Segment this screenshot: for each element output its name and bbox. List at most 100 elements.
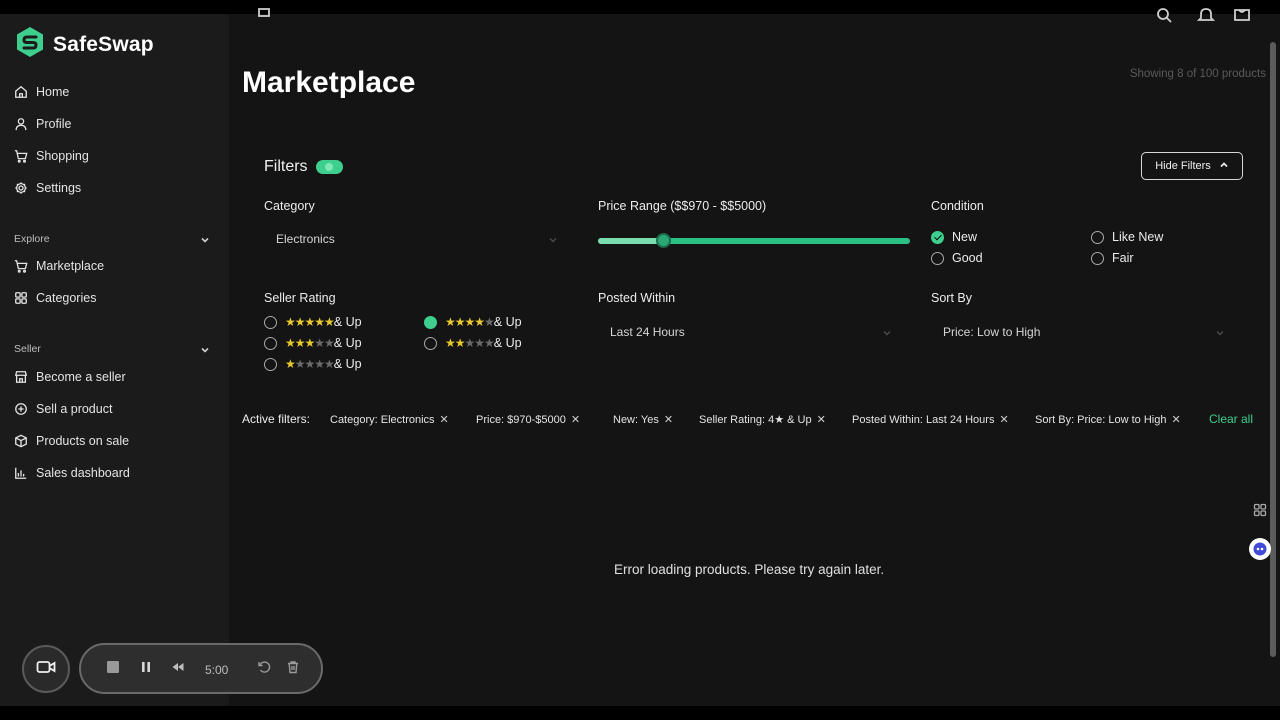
active-filter-chip[interactable]: Seller Rating: 4★ & Up ✕ bbox=[699, 413, 826, 426]
chip-label: Sort By: Price: Low to High bbox=[1035, 413, 1167, 426]
active-filter-chip[interactable]: New: Yes ✕ bbox=[613, 413, 673, 427]
sidebar-item-label: Products on sale bbox=[36, 434, 130, 448]
sidebar-item-settings[interactable]: Settings bbox=[14, 181, 81, 195]
active-filter-chip[interactable]: Price: $970-$5000 ✕ bbox=[476, 413, 580, 427]
condition-option-like-new[interactable]: Like New bbox=[1091, 230, 1163, 244]
sidebar-section-seller: Seller bbox=[14, 343, 41, 355]
chevron-down-icon bbox=[1215, 327, 1225, 337]
radio-icon bbox=[264, 357, 277, 371]
cart-icon[interactable] bbox=[1233, 8, 1253, 28]
sidebar-item-label: Sales dashboard bbox=[36, 466, 130, 480]
active-filter-chip[interactable]: Category: Electronics ✕ bbox=[330, 413, 449, 427]
price-slider-thumb[interactable] bbox=[656, 233, 671, 248]
rewind-button[interactable] bbox=[167, 658, 189, 680]
box-icon bbox=[14, 434, 28, 448]
condition-option-fair[interactable]: Fair bbox=[1091, 251, 1134, 265]
app-logo[interactable]: SafeSwap bbox=[15, 26, 154, 63]
category-select[interactable]: Electronics bbox=[264, 225, 566, 253]
apps-grid-icon[interactable] bbox=[1249, 499, 1271, 521]
sort-by-value: Price: Low to High bbox=[943, 325, 1041, 339]
clear-all-link[interactable]: Clear all bbox=[1209, 412, 1253, 426]
checkbox-checked-icon bbox=[931, 230, 944, 244]
sidebar-item-home[interactable]: Home bbox=[14, 85, 69, 99]
rating-option-1[interactable]: ★★★★★& Up bbox=[264, 357, 362, 371]
radio-icon bbox=[264, 315, 277, 329]
condition-option-new[interactable]: New bbox=[931, 230, 977, 244]
scrollbar[interactable] bbox=[1270, 42, 1276, 657]
sidebar-item-label: Sell a product bbox=[36, 402, 113, 416]
camera-button[interactable] bbox=[22, 645, 70, 693]
sidebar-item-sales-dashboard[interactable]: Sales dashboard bbox=[14, 466, 130, 480]
store-icon bbox=[14, 370, 28, 384]
bar-chart-icon bbox=[14, 466, 28, 480]
close-icon[interactable]: ✕ bbox=[440, 413, 449, 426]
price-range-label: Price Range ($$970 - $$5000) bbox=[598, 199, 767, 213]
delete-button[interactable] bbox=[282, 658, 304, 680]
chip-label: Posted Within: Last 24 Hours bbox=[852, 413, 995, 426]
close-icon[interactable]: ✕ bbox=[571, 413, 580, 426]
rating-suffix: & Up bbox=[333, 357, 362, 371]
active-filters-label: Active filters: bbox=[242, 412, 311, 426]
condition-option-good[interactable]: Good bbox=[931, 251, 983, 265]
posted-within-label: Posted Within bbox=[598, 291, 676, 305]
cart-icon bbox=[14, 259, 28, 273]
layout-icon[interactable] bbox=[255, 7, 275, 27]
sidebar-item-profile[interactable]: Profile bbox=[14, 117, 71, 131]
sidebar-item-label: Become a seller bbox=[36, 370, 126, 384]
active-filter-chip[interactable]: Sort By: Price: Low to High ✕ bbox=[1035, 413, 1181, 427]
rating-suffix: & Up bbox=[333, 336, 362, 350]
gear-icon bbox=[14, 181, 28, 195]
condition-option-label: Good bbox=[952, 251, 983, 265]
sidebar-item-sell-product[interactable]: Sell a product bbox=[14, 402, 112, 416]
bell-icon[interactable] bbox=[1196, 8, 1217, 28]
sidebar-item-shopping[interactable]: Shopping bbox=[14, 149, 89, 163]
sidebar-item-label: Settings bbox=[36, 181, 82, 195]
sidebar-item-label: Shopping bbox=[36, 149, 89, 163]
sidebar-item-marketplace[interactable]: Marketplace bbox=[14, 259, 104, 273]
cart-icon bbox=[14, 149, 28, 163]
sidebar-item-become-seller[interactable]: Become a seller bbox=[14, 370, 126, 384]
chevron-down-icon[interactable] bbox=[199, 233, 211, 245]
sort-by-select[interactable]: Price: Low to High bbox=[931, 318, 1233, 346]
filters-title: Filters bbox=[264, 158, 308, 175]
page-title: Marketplace bbox=[242, 66, 416, 99]
star-rating-icons: ★★★★★ bbox=[445, 315, 495, 329]
sidebar-item-categories[interactable]: Categories bbox=[14, 291, 96, 305]
rating-suffix: & Up bbox=[493, 315, 522, 329]
sidebar-item-products-on-sale[interactable]: Products on sale bbox=[14, 434, 129, 448]
rating-option-5[interactable]: ★★★★★& Up bbox=[264, 315, 362, 329]
pause-button[interactable] bbox=[135, 658, 157, 680]
search-icon[interactable] bbox=[1155, 8, 1175, 28]
close-icon[interactable]: ✕ bbox=[1171, 413, 1180, 426]
active-filter-chip[interactable]: Posted Within: Last 24 Hours ✕ bbox=[852, 413, 1009, 427]
sort-by-label: Sort By bbox=[931, 291, 972, 305]
close-icon[interactable]: ✕ bbox=[817, 413, 826, 426]
star-rating-icons: ★★★★★ bbox=[285, 315, 335, 329]
chip-label: New: Yes bbox=[613, 413, 659, 426]
stop-button[interactable] bbox=[102, 658, 124, 680]
category-value: Electronics bbox=[276, 232, 335, 246]
restart-button[interactable] bbox=[253, 658, 275, 680]
filters-header: Filters bbox=[264, 158, 343, 176]
condition-label: Condition bbox=[931, 199, 984, 213]
rating-option-3[interactable]: ★★★★★& Up bbox=[264, 336, 362, 350]
rating-option-4[interactable]: ★★★★★& Up bbox=[424, 315, 522, 329]
pause-icon bbox=[139, 660, 153, 679]
close-icon[interactable]: ✕ bbox=[664, 413, 673, 426]
radio-selected-icon bbox=[424, 315, 437, 329]
hide-filters-button[interactable]: Hide Filters bbox=[1141, 152, 1243, 180]
sidebar: SafeSwap Home Profile Shopping Settings … bbox=[0, 14, 229, 706]
chevron-down-icon[interactable] bbox=[199, 343, 211, 355]
plus-circle-icon bbox=[14, 402, 28, 416]
posted-within-select[interactable]: Last 24 Hours bbox=[598, 318, 900, 346]
rating-suffix: & Up bbox=[333, 315, 362, 329]
close-icon[interactable]: ✕ bbox=[999, 413, 1008, 426]
radio-icon bbox=[1091, 251, 1104, 265]
assistant-bot-icon[interactable] bbox=[1249, 538, 1271, 560]
rating-option-2[interactable]: ★★★★★& Up bbox=[424, 336, 522, 350]
chip-label: Price: $970-$5000 bbox=[476, 413, 566, 426]
category-label: Category bbox=[264, 199, 315, 213]
chevron-down-icon bbox=[548, 234, 558, 244]
app-name: SafeSwap bbox=[53, 32, 154, 56]
sidebar-item-label: Home bbox=[36, 85, 70, 99]
